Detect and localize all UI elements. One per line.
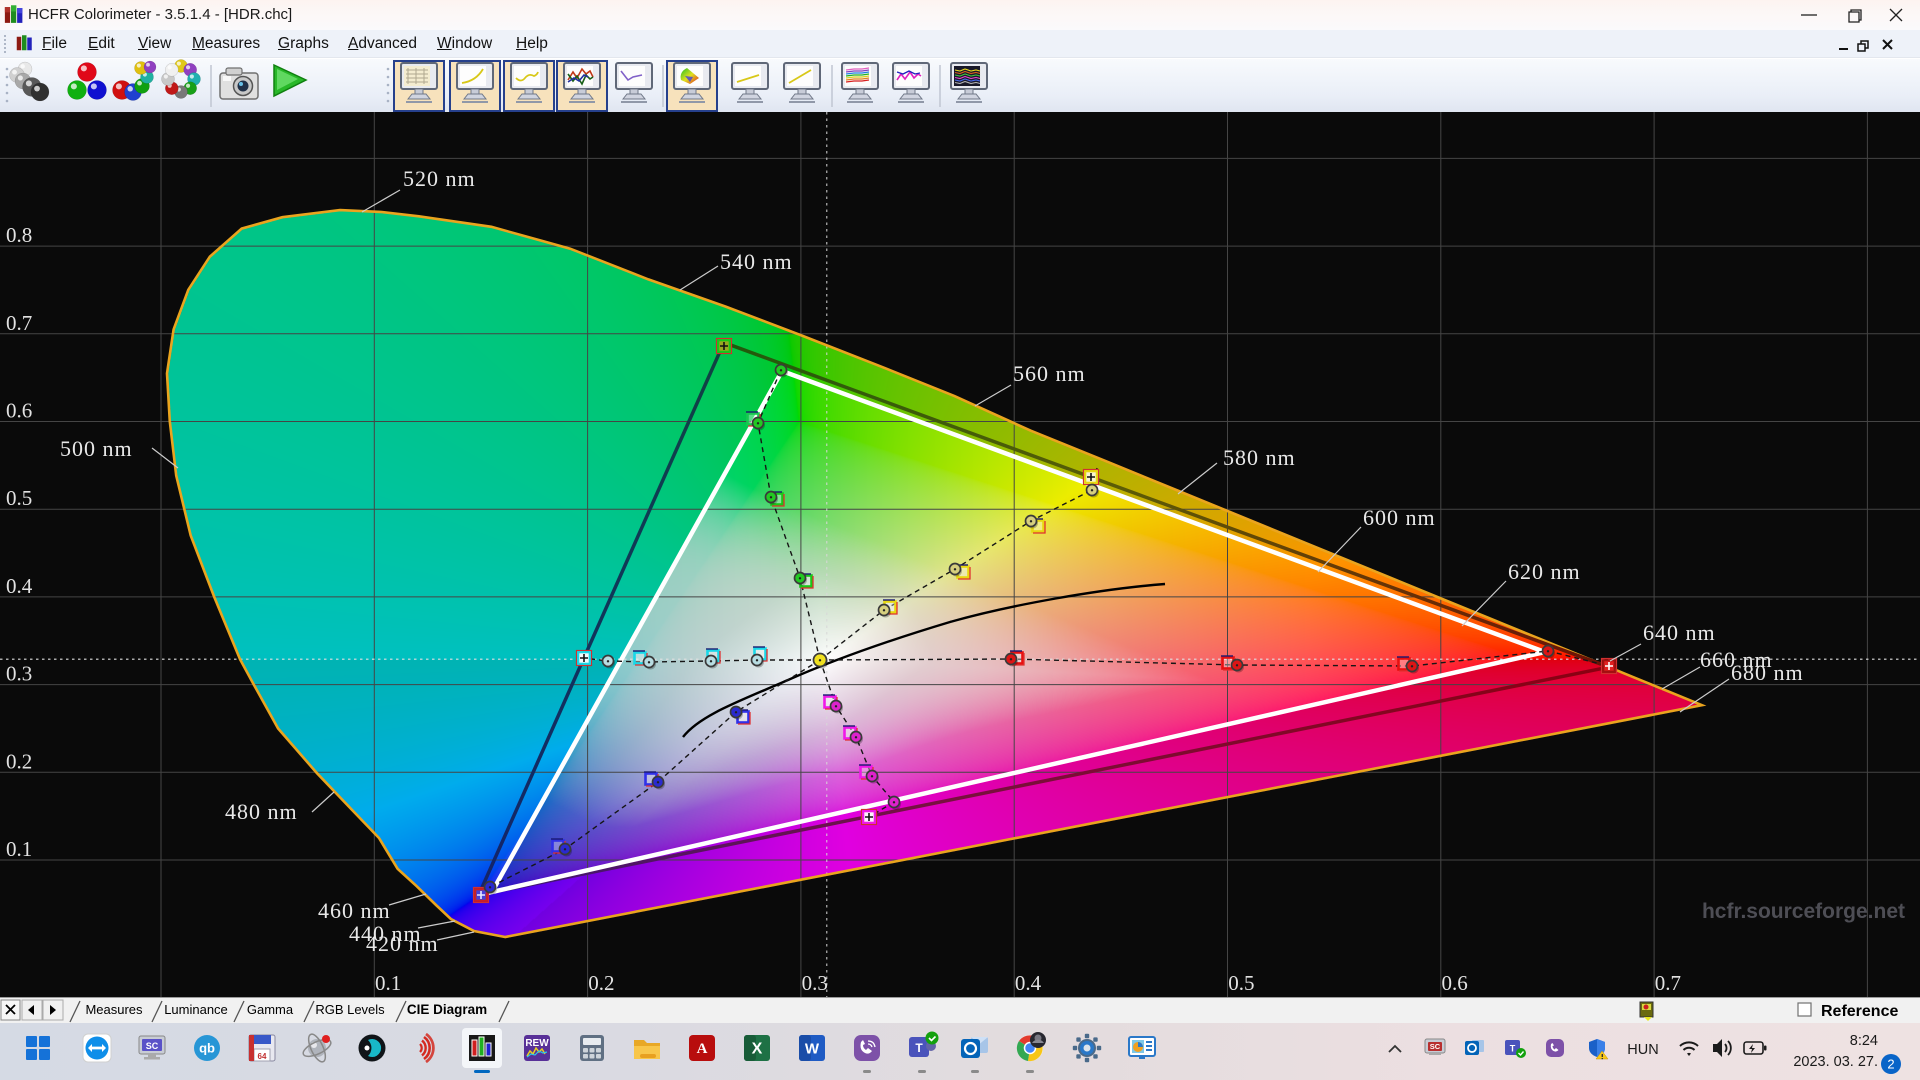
svg-text:0.7: 0.7 [1655, 971, 1681, 995]
svg-text:0.3: 0.3 [802, 971, 828, 995]
svg-text:T: T [915, 1041, 923, 1055]
svg-text:hcfr.sourceforge.net: hcfr.sourceforge.net [1702, 900, 1905, 923]
svg-text:520 nm: 520 nm [403, 166, 476, 191]
svg-text:0.2: 0.2 [6, 749, 32, 773]
svg-text:RGB Levels: RGB Levels [315, 1002, 385, 1017]
svg-text:CIE Diagram: CIE Diagram [407, 1002, 487, 1017]
svg-text:qb: qb [199, 1041, 215, 1056]
svg-text:0.1: 0.1 [6, 837, 32, 861]
svg-text:460 nm: 460 nm [318, 898, 391, 923]
svg-text:A: A [697, 1041, 708, 1057]
svg-text:0.8: 0.8 [6, 223, 32, 247]
svg-text:Measures: Measures [85, 1002, 143, 1017]
svg-text:640 nm: 640 nm [1643, 620, 1716, 645]
svg-text:500 nm: 500 nm [60, 436, 133, 461]
svg-text:HUN: HUN [1627, 1042, 1658, 1058]
svg-text:0.3: 0.3 [6, 662, 32, 686]
svg-text:W: W [805, 1041, 820, 1058]
svg-text:0.4: 0.4 [6, 574, 33, 598]
svg-text:480 nm: 480 nm [225, 799, 298, 824]
svg-text:Luminance: Luminance [164, 1002, 228, 1017]
svg-text:0.5: 0.5 [6, 486, 32, 510]
svg-text:SC: SC [1430, 1042, 1441, 1051]
svg-text:0.6: 0.6 [1442, 971, 1468, 995]
svg-text:2: 2 [1887, 1057, 1894, 1072]
svg-text:600 nm: 600 nm [1363, 505, 1436, 530]
svg-text:580 nm: 580 nm [1223, 445, 1296, 470]
svg-text:0.1: 0.1 [375, 971, 401, 995]
svg-text:T: T [1510, 1044, 1516, 1054]
svg-text:Gamma: Gamma [247, 1002, 294, 1017]
svg-text:420 nm: 420 nm [366, 931, 439, 956]
svg-text:0.6: 0.6 [6, 399, 32, 423]
svg-text:0.4: 0.4 [1015, 971, 1042, 995]
svg-text:Reference: Reference [1821, 1003, 1898, 1020]
svg-text:SC: SC [146, 1041, 159, 1051]
svg-text:0.5: 0.5 [1228, 971, 1254, 995]
svg-text:REW: REW [525, 1038, 549, 1049]
svg-text:560 nm: 560 nm [1013, 361, 1086, 386]
svg-text:620 nm: 620 nm [1508, 559, 1581, 584]
svg-text:680 nm: 680 nm [1731, 660, 1804, 685]
svg-text:0.7: 0.7 [6, 311, 32, 335]
svg-text:64: 64 [258, 1052, 267, 1061]
svg-text:0.2: 0.2 [588, 971, 614, 995]
svg-text:540 nm: 540 nm [720, 249, 793, 274]
svg-text:X: X [752, 1041, 763, 1058]
